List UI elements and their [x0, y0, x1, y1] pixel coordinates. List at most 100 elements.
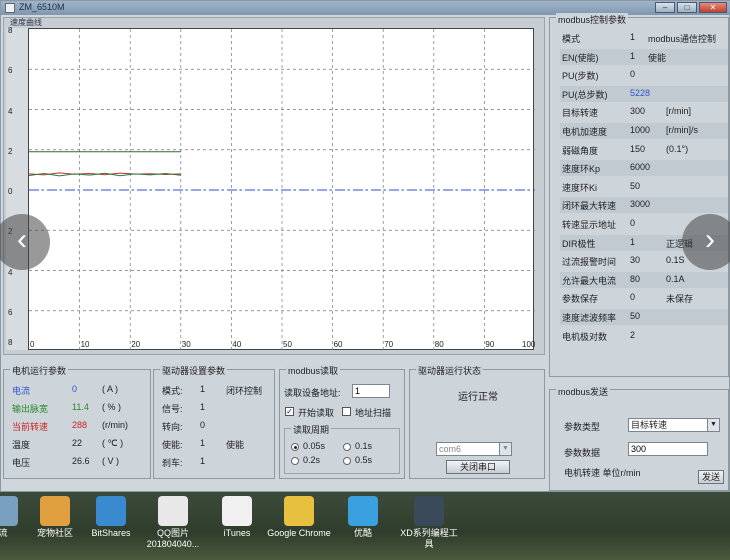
param-type-select[interactable]: 目标转速 ▼: [628, 418, 720, 432]
next-arrow-button[interactable]: ›: [682, 214, 730, 270]
motor-param-value: 11.4: [72, 402, 89, 412]
shortcut-icon: [222, 496, 252, 526]
desktop-strip: 流宠物社区 BitShares QQ图片 201804040... iTunes Goo…: [0, 492, 730, 560]
shortcut-icon: [414, 496, 444, 526]
param-type-label: 参数类型: [564, 422, 601, 432]
motor-param-unit: (r/min): [102, 420, 128, 430]
driver-setting-value: 1: [200, 402, 206, 412]
app-icon: [5, 3, 15, 13]
control-param-value: 50: [630, 180, 641, 191]
y-tick-label: 6: [8, 307, 13, 317]
control-param-label: 目标转速: [562, 108, 599, 119]
maximize-button[interactable]: □: [677, 2, 697, 13]
y-tick-label: 8: [8, 338, 13, 347]
control-param-value: 3000: [630, 199, 651, 210]
desktop-shortcut[interactable]: XD系列编程工具: [396, 496, 462, 550]
y-tick-label: 8: [8, 26, 13, 35]
x-tick-label: 100: [522, 340, 536, 349]
control-param-value: 150: [630, 143, 646, 154]
control-param-extra: 0.1S: [666, 255, 685, 266]
driver-status-group: 驱动器运行状态 运行正常 com6 ▼ 关闭串口: [409, 364, 545, 479]
x-tick-label: 70: [384, 340, 394, 349]
control-param-extra: 未保存: [666, 294, 694, 305]
control-param-row: 参数保存 0 未保存: [560, 290, 728, 306]
control-param-label: 速度环Ki: [562, 182, 598, 193]
driver-setting-label: 信号:: [162, 404, 183, 414]
chevron-down-icon: ▼: [707, 419, 719, 431]
desktop-shortcut[interactable]: BitShares: [78, 496, 144, 539]
driver-setting-value: 1: [200, 384, 206, 394]
modbus-send-panel: modbus发送 参数类型 目标转速 ▼ 参数数据 电机转速 单位r/min 发…: [549, 385, 729, 491]
period-radio-3[interactable]: [343, 457, 351, 465]
motor-param-unit: ( ℃ ): [102, 438, 124, 448]
control-param-row: PU(总步数) 5228: [560, 85, 728, 102]
control-param-row: 闭环最大转速 3000: [560, 197, 728, 214]
desktop-shortcut[interactable]: Google Chrome: [266, 496, 332, 539]
driver-setting-value: 0: [200, 420, 206, 430]
motor-param-unit: ( V ): [102, 456, 119, 466]
control-param-value: 0: [630, 69, 636, 80]
control-param-value: 0: [630, 292, 636, 303]
control-param-label: 弱磁角度: [562, 145, 599, 156]
modbus-read-group: modbus读取 读取设备地址: ✓ 开始读取 地址扫描 读取周期 0.05s …: [279, 364, 405, 479]
read-address-input[interactable]: [352, 384, 390, 398]
period-label-2: 0.2s: [303, 455, 321, 465]
period-radio-0[interactable]: [291, 443, 299, 451]
control-param-value: 30: [630, 255, 641, 266]
shortcut-label: QQ图片 201804040...: [146, 528, 200, 549]
chart-svg: [29, 29, 535, 351]
application-window: ZM_6510M – □ ✕ 速度曲线 864202468 0102030405…: [0, 0, 730, 492]
period-radio-2[interactable]: [291, 457, 299, 465]
chevron-down-icon: ▼: [499, 443, 511, 455]
driver-setting-label: 转向:: [162, 422, 183, 432]
modbus-control-panel: modbus控制参数 模式 1 modbus通信控制 EN(使能) 1 使能 PU(步数) 0…: [549, 13, 729, 377]
read-period-box: 读取周期 0.05s 0.1s 0.2s 0.5s: [284, 423, 400, 474]
minimize-button[interactable]: –: [655, 2, 675, 13]
control-param-row: 允许最大电流 80 0.1A: [560, 271, 728, 288]
control-param-extra: 0.1A: [666, 273, 685, 284]
control-param-extra: 使能: [648, 52, 667, 63]
close-port-button[interactable]: 关闭串口: [446, 460, 510, 474]
driver-setting-value: 1: [200, 456, 206, 466]
motor-param-unit: ( % ): [102, 402, 121, 412]
control-param-label: PU(总步数): [562, 89, 608, 100]
x-tick-label: 10: [80, 340, 90, 349]
shortcut-label: XD系列编程工具: [400, 528, 458, 549]
control-param-value: 1: [630, 32, 636, 42]
x-tick-label: 60: [333, 340, 343, 349]
period-label-0: 0.05s: [303, 441, 326, 451]
modbus-control-title: modbus控制参数: [556, 13, 629, 26]
com-port-value: com6: [439, 444, 462, 454]
x-tick-label: 90: [485, 340, 495, 349]
control-param-row: 电机极对数 2: [560, 328, 728, 344]
x-tick-label: 0: [30, 340, 35, 349]
shortcut-icon: [284, 496, 314, 526]
close-button[interactable]: ✕: [699, 2, 727, 13]
control-param-value: 6000: [630, 162, 651, 173]
send-button[interactable]: 发送: [698, 470, 724, 484]
address-scan-checkbox[interactable]: [342, 407, 351, 416]
window-title: ZM_6510M: [19, 2, 65, 12]
desktop-shortcut[interactable]: 优酷: [330, 496, 396, 539]
period-radio-1[interactable]: [343, 443, 351, 451]
desktop-shortcut[interactable]: iTunes: [204, 496, 270, 539]
driver-setting-label: 模式:: [162, 386, 183, 396]
desktop-shortcut[interactable]: QQ图片 201804040...: [140, 496, 206, 550]
control-param-label: 速度滤波频率: [562, 313, 617, 323]
control-param-value: 1: [630, 236, 636, 247]
control-param-label: 参数保存: [562, 294, 599, 305]
param-data-input[interactable]: [628, 442, 708, 456]
motor-param-label: 温度: [12, 440, 31, 450]
shortcut-label: BitShares: [91, 528, 131, 538]
control-param-label: 闭环最大转速: [562, 201, 617, 212]
start-read-checkbox[interactable]: ✓: [285, 407, 294, 416]
x-tick-label: 20: [131, 340, 141, 349]
y-tick-label: 4: [8, 267, 13, 277]
x-tick-label: 50: [283, 340, 292, 349]
driver-setting-extra: 使能: [226, 440, 245, 450]
driver-settings-group: 驱动器设置参数 模式: 1 闭环控制 信号: 1 转向: 0 使能: 1 使能 刹车: 1: [153, 364, 275, 479]
chart-panel: 速度曲线 864202468 0102030405060708090100: [3, 17, 545, 355]
x-tick-label: 30: [181, 340, 191, 349]
com-port-select[interactable]: com6 ▼: [436, 442, 512, 456]
shortcut-icon: [348, 496, 378, 526]
